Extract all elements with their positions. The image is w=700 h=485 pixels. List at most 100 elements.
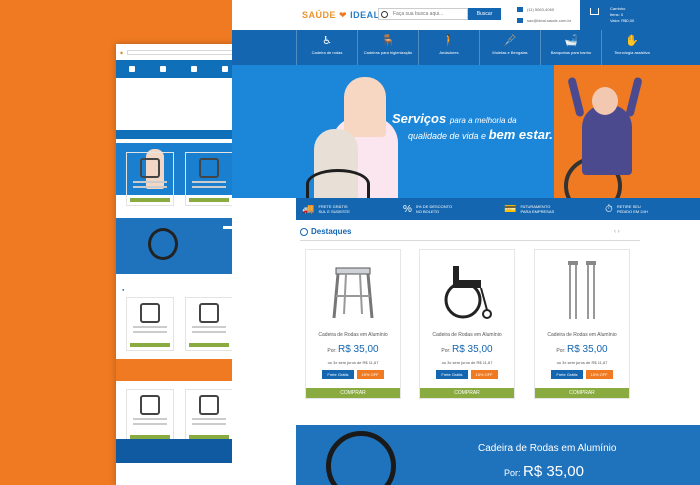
product-name[interactable]: Cadeira de Rodas em Alumínio [535, 332, 629, 338]
mini-product-card [185, 152, 234, 206]
promo-title: Cadeira de Rodas em Alumínio [478, 443, 617, 454]
buy-button[interactable]: COMPRAR [420, 388, 514, 398]
hero-banner[interactable]: Serviços para a melhoria da qualidade de… [232, 65, 700, 198]
contact-info: (11) 5063-4060 sac@ideal.saude.com.br [517, 4, 571, 26]
mini-product-card [125, 297, 174, 351]
hero-headline-1: Serviços para a melhoria da [392, 111, 517, 126]
mini-nav-icon [159, 66, 166, 72]
product-card[interactable]: Cadeira de Rodas em Alumínio Por: R$ 35,… [419, 249, 515, 399]
wheelchair-icon [444, 266, 492, 319]
mini-product-card [125, 152, 174, 206]
search-box[interactable] [378, 8, 468, 20]
site-logo[interactable]: SAÚDE ❤ IDEAL [302, 10, 380, 21]
phone-icon [517, 7, 523, 13]
benefit-line2: PEDIDO EM 24H [616, 209, 648, 214]
senior-man-figure [582, 105, 632, 175]
clock-icon: ⏱ [605, 203, 613, 215]
product-name[interactable]: Cadeira de Rodas em Alumínio [420, 332, 514, 338]
free-shipping-badge: Frete Grátis [436, 370, 468, 379]
hero-word-servicos: Serviços [392, 111, 447, 126]
promo-price: Por: R$ 35,00 [504, 463, 584, 480]
discount-badge: 15% OFF [585, 370, 613, 379]
discount-badge: 15% OFF [356, 370, 384, 379]
product-tags: Frete Grátis 15% OFF [306, 370, 400, 379]
wheelchair-icon: ♿ [322, 35, 332, 47]
search-input[interactable] [393, 11, 463, 17]
section-title-destaques: Destaques [300, 227, 351, 236]
benefit-line2: PARA EMPRESAS [520, 209, 555, 214]
category-crutches[interactable]: 🩼 Muletas e Bengalas [479, 30, 540, 65]
search-icon [381, 10, 388, 18]
category-assistive-tech[interactable]: ✋ Tecnologia assistiva [601, 30, 662, 65]
product-card[interactable]: Cadeira de Rodas em Alumínio Por: R$ 35,… [534, 249, 630, 399]
buy-button[interactable]: COMPRAR [306, 388, 400, 398]
benefit-line2: NO BOLETO [415, 209, 440, 214]
logo-text-saude: SAÚDE [302, 10, 337, 20]
section-divider [300, 240, 640, 241]
walker-icon: 🚶 [442, 35, 456, 47]
category-label: Tecnologia assistiva [614, 50, 650, 55]
mini-product-card [185, 297, 234, 351]
category-label: Cadeira de rodas [311, 50, 343, 55]
mini-product-card [125, 389, 174, 443]
category-label: Andadores [439, 50, 459, 55]
chair-icon: 🪑 [381, 35, 395, 47]
product-price: Por: R$ 35,00 [535, 344, 629, 355]
product-price: Por: R$ 35,00 [420, 344, 514, 355]
crutch-icon: 🩼 [503, 35, 517, 47]
benefit-invoicing: 💳 FATURAMENTO PARA EMPRESAS [498, 198, 599, 220]
hero-headline-2: qualidade de vida e bem estar. [408, 127, 553, 142]
top-bar: SAÚDE ❤ IDEAL Buscar (11) 5063-4060 sac@… [232, 0, 700, 30]
product-image[interactable] [306, 250, 400, 330]
crutches-icon [568, 261, 596, 319]
promo-price-value: R$ 35,00 [523, 463, 584, 480]
price-label: Por: [327, 348, 337, 354]
free-shipping-badge: Frete Grátis [322, 370, 354, 379]
category-bath-stools[interactable]: 🛁 Banquetas para banho [540, 30, 601, 65]
mini-logo: ◆ [120, 49, 124, 55]
category-wheelchairs[interactable]: ♿ Cadeira de rodas [296, 30, 357, 65]
promo-banner[interactable]: Cadeira de Rodas em Alumínio Por: R$ 35,… [296, 425, 700, 485]
buy-button[interactable]: COMPRAR [535, 388, 629, 398]
benefit-line2: SUL E SUDESTE [318, 209, 350, 214]
carousel-arrows[interactable]: ‹ › [614, 229, 620, 235]
heart-icon: ❤ [339, 10, 348, 20]
hand-icon: ✋ [625, 35, 639, 47]
category-hygiene-chairs[interactable]: 🪑 Cadeiras para higienização [357, 30, 418, 65]
free-shipping-badge: Frete Grátis [551, 370, 583, 379]
email-address[interactable]: sac@ideal.saude.com.br [527, 18, 571, 23]
nurse-head [344, 77, 386, 137]
category-label: Muletas e Bengalas [492, 50, 528, 55]
discount-badge: 15% OFF [470, 370, 498, 379]
mail-icon [517, 18, 523, 24]
promo-price-label: Por: [504, 468, 521, 478]
category-walkers[interactable]: 🚶 Andadores [418, 30, 479, 65]
product-installments: ou 3x sem juros de R$ 11,67 [327, 360, 379, 365]
benefits-bar: 🚚 FRETE GRÁTIS SUL E SUDESTE % 5% DE DESCON… [296, 198, 700, 220]
price-label: Por: [441, 348, 451, 354]
product-name[interactable]: Cadeira de Rodas em Alumínio [306, 332, 400, 338]
mini-product-card [185, 389, 234, 443]
site-detail-view: SAÚDE ❤ IDEAL Buscar (11) 5063-4060 sac@… [232, 0, 700, 485]
mini-nav-icon [128, 66, 135, 72]
price-label: Por: [556, 348, 566, 354]
cart-widget[interactable]: Carrinho Itens: 0 Valor: R$0,00 [580, 0, 700, 30]
truck-icon: 🚚 [302, 203, 315, 215]
product-image[interactable] [420, 250, 514, 330]
product-card[interactable]: Cadeira de Rodas em Alumínio Por: R$ 35,… [305, 249, 401, 399]
product-tags: Frete Grátis 15% OFF [420, 370, 514, 379]
senior-man-head [592, 87, 618, 115]
percent-icon: % [403, 203, 412, 215]
product-installments: ou 3x sem juros de R$ 11,67 [441, 360, 493, 365]
mini-wheelchair [148, 228, 178, 260]
product-price: Por: R$ 35,00 [306, 344, 400, 355]
mini-nav-icon [190, 66, 197, 72]
search-button[interactable]: Buscar [468, 8, 501, 20]
category-label: Cadeiras para higienização [363, 50, 413, 55]
hero-word-bem-estar: bem estar. [488, 127, 553, 142]
cart-icon [590, 8, 599, 15]
wheelchair-image [326, 431, 396, 485]
product-image[interactable] [535, 250, 629, 330]
mini-nav-icon [222, 66, 229, 72]
price-value: R$ 35,00 [566, 344, 608, 355]
